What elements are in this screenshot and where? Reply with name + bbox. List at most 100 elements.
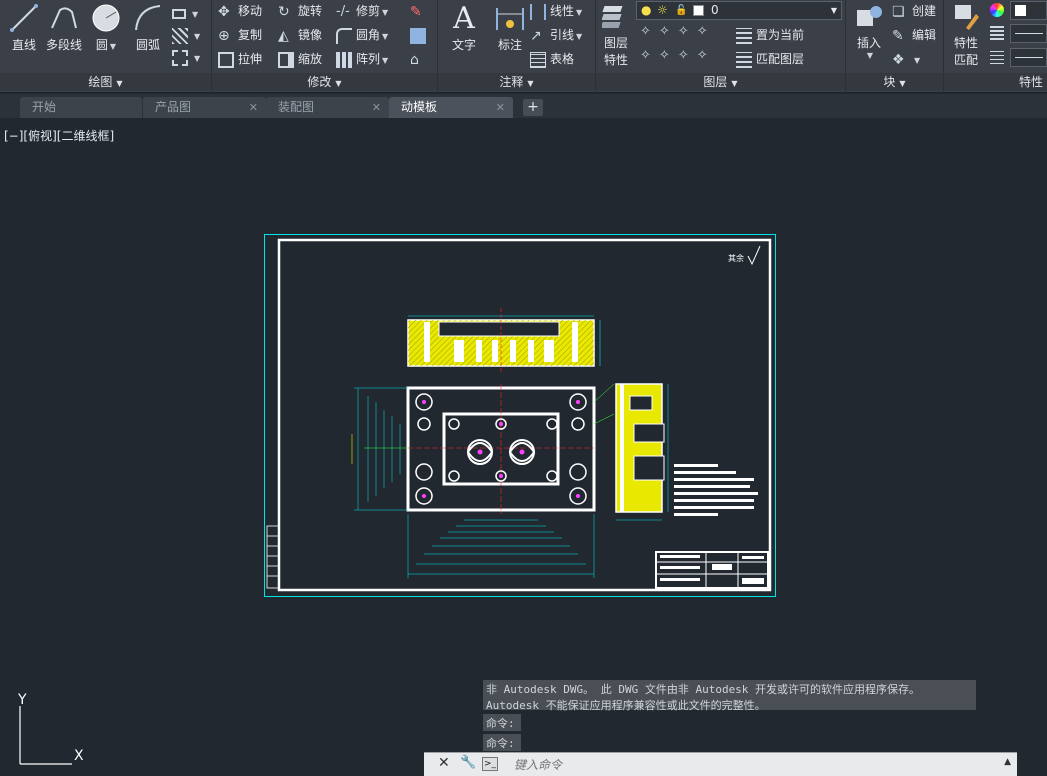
make-current-tool[interactable]: 置为当前 <box>736 24 804 46</box>
annotation-panel: A 文字 标注 线性 ▼ ↗ 引线 ▼ 表格 注释 ▼ <box>438 0 596 93</box>
tab-moving-plate-close-icon[interactable]: ✕ <box>496 97 505 118</box>
tab-assembly-label: 装配图 <box>278 100 315 114</box>
draw-panel-title[interactable]: 绘图 ▼ <box>0 73 211 91</box>
ucs-x-label: X <box>74 748 84 764</box>
command-close-icon[interactable]: ✕ <box>438 755 450 771</box>
line-tool[interactable]: 直线 <box>2 2 46 72</box>
boundary-tool[interactable]: ▼ <box>172 46 200 68</box>
explode-tool[interactable] <box>410 24 430 46</box>
properties-panel-title[interactable]: 特性 <box>944 73 1047 91</box>
command-input[interactable] <box>514 756 994 774</box>
scale-tool[interactable]: 缩放 <box>278 48 322 70</box>
layer-dropdown-chevron-icon: ▼ <box>830 6 837 15</box>
color-dropdown[interactable] <box>1010 1 1047 20</box>
tab-assembly[interactable]: 装配图 ✕ <box>266 97 389 118</box>
layer-unlock-icon[interactable]: ✧ <box>697 48 716 63</box>
copy-tool[interactable]: ⊕ 复制 <box>218 24 262 46</box>
binding-strip <box>266 525 280 589</box>
command-prompt-icon[interactable]: >_ <box>482 757 498 771</box>
copy-label: 复制 <box>238 28 263 42</box>
hatch-tool[interactable]: ▼ <box>172 24 200 46</box>
rectangle-tool[interactable]: ▼ <box>172 2 198 24</box>
viewport-controls[interactable]: [−][俯视][二维线框] <box>4 127 114 144</box>
layer-match-icon[interactable]: ✧ <box>640 48 659 63</box>
tab-moving-plate[interactable]: 动模板 ✕ <box>389 97 513 118</box>
color-wheel-icon[interactable] <box>990 3 1004 17</box>
edit-block-tool[interactable]: ✎ 编辑 <box>892 24 936 46</box>
move-tool[interactable]: ✥ 移动 <box>218 0 262 22</box>
linear-tool[interactable]: 线性 ▼ <box>530 0 582 22</box>
command-customize-icon[interactable]: 🔧 <box>460 755 476 770</box>
layer-unisolate-icon[interactable]: ✧ <box>678 48 697 63</box>
color-swatch <box>1015 5 1026 16</box>
polyline-tool[interactable]: 多段线 <box>42 2 86 72</box>
command-history-toggle-icon[interactable]: ▲ <box>1004 757 1011 767</box>
layers-panel: 图层 特性 ● ☼ 🔓 0 ▼ ✧✧✧✧ 置为当前 ✧✧✧✧ 匹配图层 图层 ▼ <box>596 0 846 93</box>
tab-start-label: 开始 <box>32 100 57 114</box>
drawing-sheet[interactable]: 其余 <box>264 234 776 597</box>
arc-tool[interactable]: 圆弧 <box>126 2 170 72</box>
annotation-panel-title[interactable]: 注释 ▼ <box>438 73 595 91</box>
layers-panel-title[interactable]: 图层 ▼ <box>596 73 845 91</box>
circle-tool[interactable]: 圆 ▼ <box>84 2 128 72</box>
copy-icon: ⊕ <box>218 27 230 44</box>
mirror-icon: ◭ <box>278 27 289 44</box>
tab-assembly-close-icon[interactable]: ✕ <box>372 97 381 118</box>
rotate-tool[interactable]: ↻ 旋转 <box>278 0 322 22</box>
linetype-dropdown[interactable] <box>1010 24 1047 43</box>
layers-panel-caret-icon: ▼ <box>731 79 738 88</box>
lock-icon: 🔓 <box>675 5 688 16</box>
trim-tool[interactable]: -/- 修剪 ▼ <box>336 0 388 22</box>
match-properties-tool[interactable]: 特性 匹配 <box>946 2 986 72</box>
offset-tool[interactable]: ⌂ <box>410 48 430 70</box>
command-history-line-1: 非 Autodesk DWG。 此 DWG 文件由非 Autodesk 开发或许… <box>486 683 921 696</box>
layer-isolate-icon[interactable]: ✧ <box>659 24 678 39</box>
annotation-panel-caret-icon: ▼ <box>527 79 534 88</box>
fillet-tool[interactable]: 圆角 ▼ <box>336 24 388 46</box>
table-tool[interactable]: 表格 <box>530 48 574 70</box>
current-layer-name: 0 <box>711 3 719 17</box>
annotation-panel-title-text: 注释 <box>499 75 524 89</box>
mirror-tool[interactable]: ◭ 镜像 <box>278 24 322 46</box>
tab-start[interactable]: 开始 <box>20 97 142 118</box>
new-tab-button[interactable]: + <box>523 99 543 116</box>
circle-dropdown-icon[interactable]: ▼ <box>110 42 116 51</box>
layer-dropdown[interactable]: ● ☼ 🔓 0 ▼ <box>636 1 842 20</box>
title-block <box>655 551 769 589</box>
explode-icon <box>410 27 426 44</box>
layer-properties-tool[interactable]: 图层 特性 <box>598 2 634 72</box>
text-tool[interactable]: A 文字 <box>442 2 486 72</box>
layer-previous-icon[interactable]: ✧ <box>659 48 678 63</box>
tab-product[interactable]: 产品图 ✕ <box>143 97 266 118</box>
insert-tool[interactable]: 插入 ▼ <box>848 2 890 72</box>
layer-lock-icon[interactable]: ✧ <box>697 24 716 39</box>
create-block-tool[interactable]: ❏ 创建 <box>892 0 936 22</box>
attribute-tool[interactable]: ❖ ▼ <box>892 48 920 70</box>
roughness-mark: 其余 <box>728 245 761 266</box>
block-panel-title[interactable]: 块 ▼ <box>846 73 943 91</box>
layer-freeze-icon[interactable]: ✧ <box>678 24 697 39</box>
command-history-line-3: 命令: <box>483 714 521 731</box>
layer-color-swatch <box>693 5 704 16</box>
table-icon <box>530 51 546 68</box>
linetype-icon[interactable] <box>990 26 1004 40</box>
leader-tool[interactable]: ↗ 引线 ▼ <box>530 24 582 46</box>
match-layer-tool[interactable]: 匹配图层 <box>736 48 804 70</box>
properties-panel: 特性 匹配 特性 <box>944 0 1047 93</box>
ucs-icon: Y X <box>17 692 84 765</box>
array-tool[interactable]: 阵列 ▼ <box>336 48 388 70</box>
lineweight-dropdown[interactable] <box>1010 48 1047 67</box>
dimension-tool[interactable]: 标注 <box>488 2 532 72</box>
modify-panel-title[interactable]: 修改 ▼ <box>212 73 437 91</box>
tab-product-close-icon[interactable]: ✕ <box>249 97 258 118</box>
circle-icon <box>92 4 120 32</box>
erase-tool[interactable]: ✎ <box>410 0 430 22</box>
command-history-warning: 非 Autodesk DWG。 此 DWG 文件由非 Autodesk 开发或许… <box>483 680 976 712</box>
edit-block-label: 编辑 <box>912 28 937 42</box>
attribute-icon: ❖ <box>892 51 905 68</box>
stretch-tool[interactable]: 拉伸 <box>218 48 262 70</box>
lineweight-icon[interactable] <box>990 50 1004 64</box>
line-icon <box>10 4 38 32</box>
layer-off-icon[interactable]: ✧ <box>640 24 659 39</box>
match-layer-label: 匹配图层 <box>756 52 805 66</box>
